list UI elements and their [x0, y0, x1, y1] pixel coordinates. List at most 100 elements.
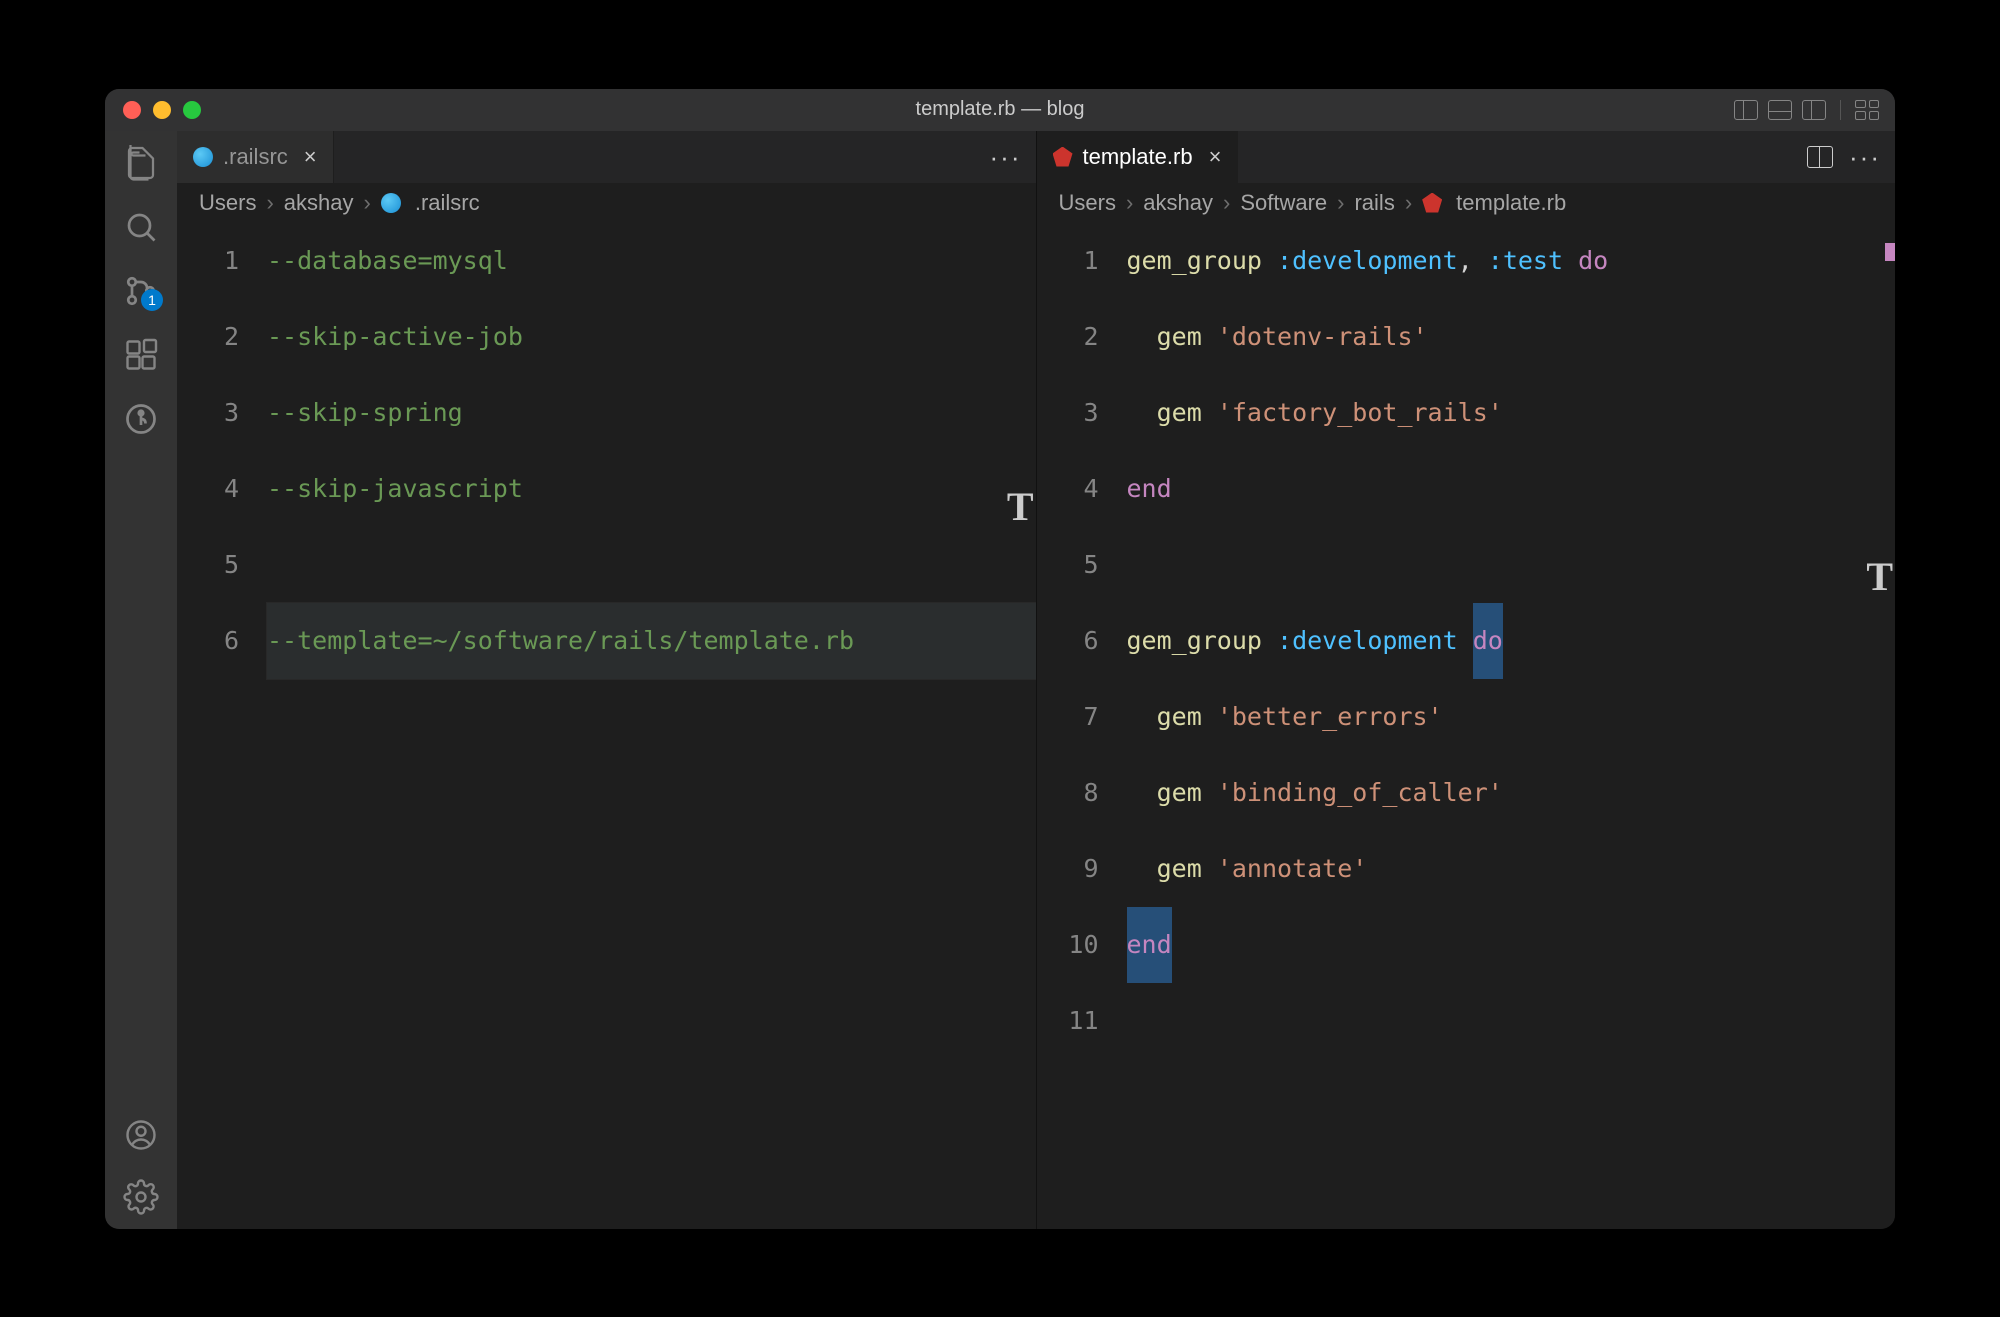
code-token: --skip-spring	[267, 398, 463, 427]
line-number[interactable]: 10	[1037, 907, 1099, 983]
extensions-icon[interactable]	[123, 337, 159, 373]
breadcrumb-segment[interactable]: Software	[1240, 190, 1327, 216]
code-line[interactable]: gem 'binding_of_caller'	[1127, 755, 1896, 831]
line-number[interactable]: 4	[1037, 451, 1099, 527]
code-token	[1127, 702, 1157, 731]
editor-group: .railsrc × ··· Users›akshay›.railsrc 123…	[177, 131, 1895, 1229]
editor-more-actions-icon[interactable]: ···	[1849, 144, 1881, 170]
code-token	[1127, 778, 1157, 807]
code-line[interactable]	[1127, 527, 1896, 603]
code-line[interactable]: end	[1127, 451, 1896, 527]
chevron-right-icon: ›	[1126, 190, 1133, 216]
chevron-right-icon: ›	[1223, 190, 1230, 216]
accounts-icon[interactable]	[123, 1117, 159, 1153]
line-number[interactable]: 5	[177, 527, 239, 603]
line-number[interactable]: 9	[1037, 831, 1099, 907]
tab-railsrc[interactable]: .railsrc ×	[177, 131, 334, 183]
git-graph-icon[interactable]	[123, 401, 159, 437]
code-area-right[interactable]: 1234567891011 gem_group :development, :t…	[1037, 223, 1896, 1229]
chevron-right-icon: ›	[1405, 190, 1412, 216]
toggle-sidebar-right-icon[interactable]	[1802, 100, 1826, 120]
line-number[interactable]: 1	[1037, 223, 1099, 299]
chevron-right-icon: ›	[1337, 190, 1344, 216]
code-line[interactable]: --skip-spring	[267, 375, 1036, 451]
code-token: gem_group	[1127, 626, 1262, 655]
code-token: end	[1127, 907, 1172, 983]
line-number[interactable]: 11	[1037, 983, 1099, 1059]
line-number[interactable]: 7	[1037, 679, 1099, 755]
tabbar-left: .railsrc × ···	[177, 131, 1036, 183]
customize-layout-icon[interactable]	[1855, 100, 1879, 120]
source-control-icon[interactable]: 1	[123, 273, 159, 309]
line-number[interactable]: 3	[177, 375, 239, 451]
split-editor-icon[interactable]	[1807, 146, 1833, 168]
divider	[1840, 100, 1841, 120]
breadcrumbs-left[interactable]: Users›akshay›.railsrc	[177, 183, 1036, 223]
line-number[interactable]: 3	[1037, 375, 1099, 451]
code-token: :development	[1277, 246, 1458, 275]
breadcrumb-segment[interactable]: template.rb	[1456, 190, 1566, 216]
code-token	[1262, 246, 1277, 275]
tab-template-rb[interactable]: template.rb ×	[1037, 131, 1239, 183]
settings-gear-icon[interactable]	[123, 1179, 159, 1215]
editor-more-actions-icon[interactable]: ···	[990, 144, 1022, 170]
code-area-left[interactable]: 123456 --database=mysql--skip-active-job…	[177, 223, 1036, 1229]
breadcrumb-segment[interactable]: akshay	[284, 190, 354, 216]
code-line[interactable]	[1127, 983, 1896, 1059]
minimap-right[interactable]: T	[1867, 223, 1895, 1229]
code-line[interactable]: gem 'better_errors'	[1127, 679, 1896, 755]
line-number[interactable]: 5	[1037, 527, 1099, 603]
close-tab-icon[interactable]: ×	[304, 144, 317, 170]
minimap-left[interactable]: T	[1008, 223, 1036, 1229]
code-token: gem	[1157, 778, 1202, 807]
code-token	[1127, 398, 1157, 427]
code-line[interactable]: gem 'dotenv-rails'	[1127, 299, 1896, 375]
code-token	[1127, 322, 1157, 351]
line-number[interactable]: 2	[1037, 299, 1099, 375]
toggle-sidebar-left-icon[interactable]	[1734, 100, 1758, 120]
tab-label: template.rb	[1083, 144, 1193, 170]
breadcrumb-segment[interactable]: .railsrc	[415, 190, 480, 216]
maximize-window-button[interactable]	[183, 101, 201, 119]
code-token: 'binding_of_caller'	[1217, 778, 1503, 807]
line-number[interactable]: 4	[177, 451, 239, 527]
code-line[interactable]: end	[1127, 907, 1896, 983]
code-line[interactable]: --skip-active-job	[267, 299, 1036, 375]
code-line[interactable]: --template=~/software/rails/template.rb	[267, 603, 1036, 679]
window: template.rb — blog 1	[105, 89, 1895, 1229]
breadcrumb-segment[interactable]: rails	[1354, 190, 1394, 216]
window-title: template.rb — blog	[916, 98, 1085, 121]
code-token: 'annotate'	[1217, 854, 1368, 883]
search-icon[interactable]	[123, 209, 159, 245]
code-token: --skip-javascript	[267, 474, 523, 503]
breadcrumb-segment[interactable]: Users	[1059, 190, 1116, 216]
code-token	[1458, 626, 1473, 655]
explorer-icon[interactable]	[123, 145, 159, 181]
close-window-button[interactable]	[123, 101, 141, 119]
code-line[interactable]: gem 'annotate'	[1127, 831, 1896, 907]
toggle-panel-icon[interactable]	[1768, 100, 1792, 120]
line-number[interactable]: 6	[1037, 603, 1099, 679]
railsrc-file-icon	[193, 147, 213, 167]
code-line[interactable]: gem 'factory_bot_rails'	[1127, 375, 1896, 451]
code-token	[1127, 854, 1157, 883]
minimize-window-button[interactable]	[153, 101, 171, 119]
code-line[interactable]: --skip-javascript	[267, 451, 1036, 527]
breadcrumb-segment[interactable]: Users	[199, 190, 256, 216]
line-number[interactable]: 2	[177, 299, 239, 375]
railsrc-file-icon	[381, 193, 401, 213]
tabbar-right: template.rb × ···	[1037, 131, 1896, 183]
code-token: end	[1127, 474, 1172, 503]
code-line[interactable]: gem_group :development do	[1127, 603, 1896, 679]
breadcrumb-segment[interactable]: akshay	[1143, 190, 1213, 216]
titlebar: template.rb — blog	[105, 89, 1895, 131]
close-tab-icon[interactable]: ×	[1209, 144, 1222, 170]
code-line[interactable]	[267, 527, 1036, 603]
line-number[interactable]: 8	[1037, 755, 1099, 831]
code-line[interactable]: --database=mysql	[267, 223, 1036, 299]
line-number[interactable]: 1	[177, 223, 239, 299]
code-token: 'dotenv-rails'	[1217, 322, 1428, 351]
code-line[interactable]: gem_group :development, :test do	[1127, 223, 1896, 299]
line-number[interactable]: 6	[177, 603, 239, 679]
breadcrumbs-right[interactable]: Users › akshay › Software › rails › template.rb	[1037, 183, 1896, 223]
